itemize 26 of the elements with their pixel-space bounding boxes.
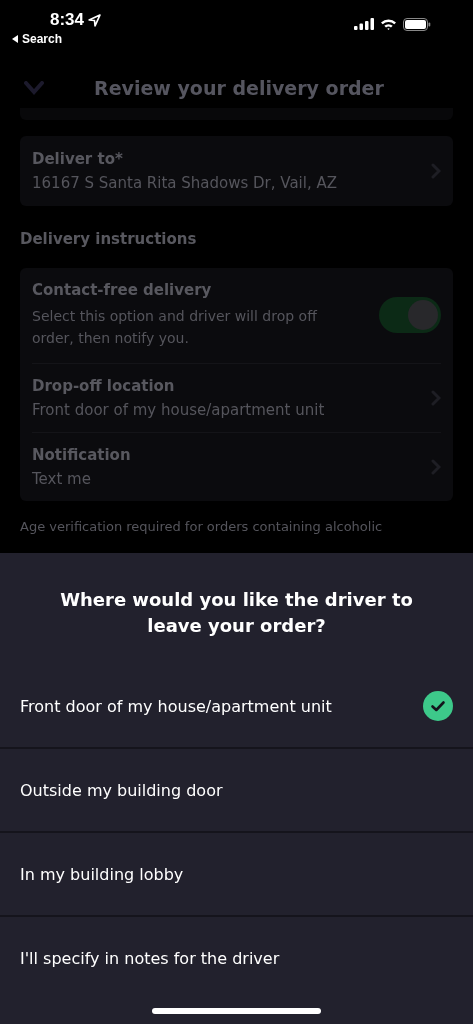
- signal-icon: [354, 18, 374, 30]
- wifi-icon: [380, 18, 397, 30]
- deliver-to-label: Deliver to*: [32, 150, 124, 168]
- battery-icon: [403, 17, 431, 31]
- deliver-to-address: 16167 S Santa Rita Shadows Dr, Vail, AZ: [32, 174, 337, 192]
- back-arrow-icon: [12, 35, 18, 43]
- sheet-title: Where would you like the driver to leave your order?: [59, 588, 414, 639]
- section-heading: Delivery instructions: [20, 230, 198, 248]
- row-label: Notification: [32, 445, 131, 464]
- age-verification-note: Age verification required for orders containing alcoholic: [20, 518, 384, 534]
- contact-free-label: Contact-free delivery: [32, 281, 213, 299]
- drop-off-option[interactable]: In my building lobby: [0, 833, 473, 916]
- row-label: Drop-off location: [32, 376, 176, 395]
- status-time: 8:34: [50, 10, 85, 30]
- page-title: Review your delivery order: [94, 77, 384, 99]
- row-value: Front door of my house/apartment unit: [32, 400, 325, 419]
- contact-free-description: Select this option and driver will drop off order, then notify you.: [32, 307, 319, 349]
- collapse-chevron-icon[interactable]: [24, 81, 44, 95]
- checkmark-icon: [423, 691, 453, 722]
- contact-free-toggle[interactable]: [379, 297, 441, 334]
- drop-off-option[interactable]: Outside my building door: [0, 749, 473, 832]
- drop-off-option[interactable]: Front door of my house/apartment unit: [0, 665, 473, 748]
- location-arrow-icon: [88, 13, 102, 27]
- row-value: Text me: [32, 469, 92, 488]
- drop-off-option[interactable]: I'll specify in notes for the driver: [0, 917, 473, 1000]
- back-to-search-link[interactable]: Search: [12, 32, 63, 46]
